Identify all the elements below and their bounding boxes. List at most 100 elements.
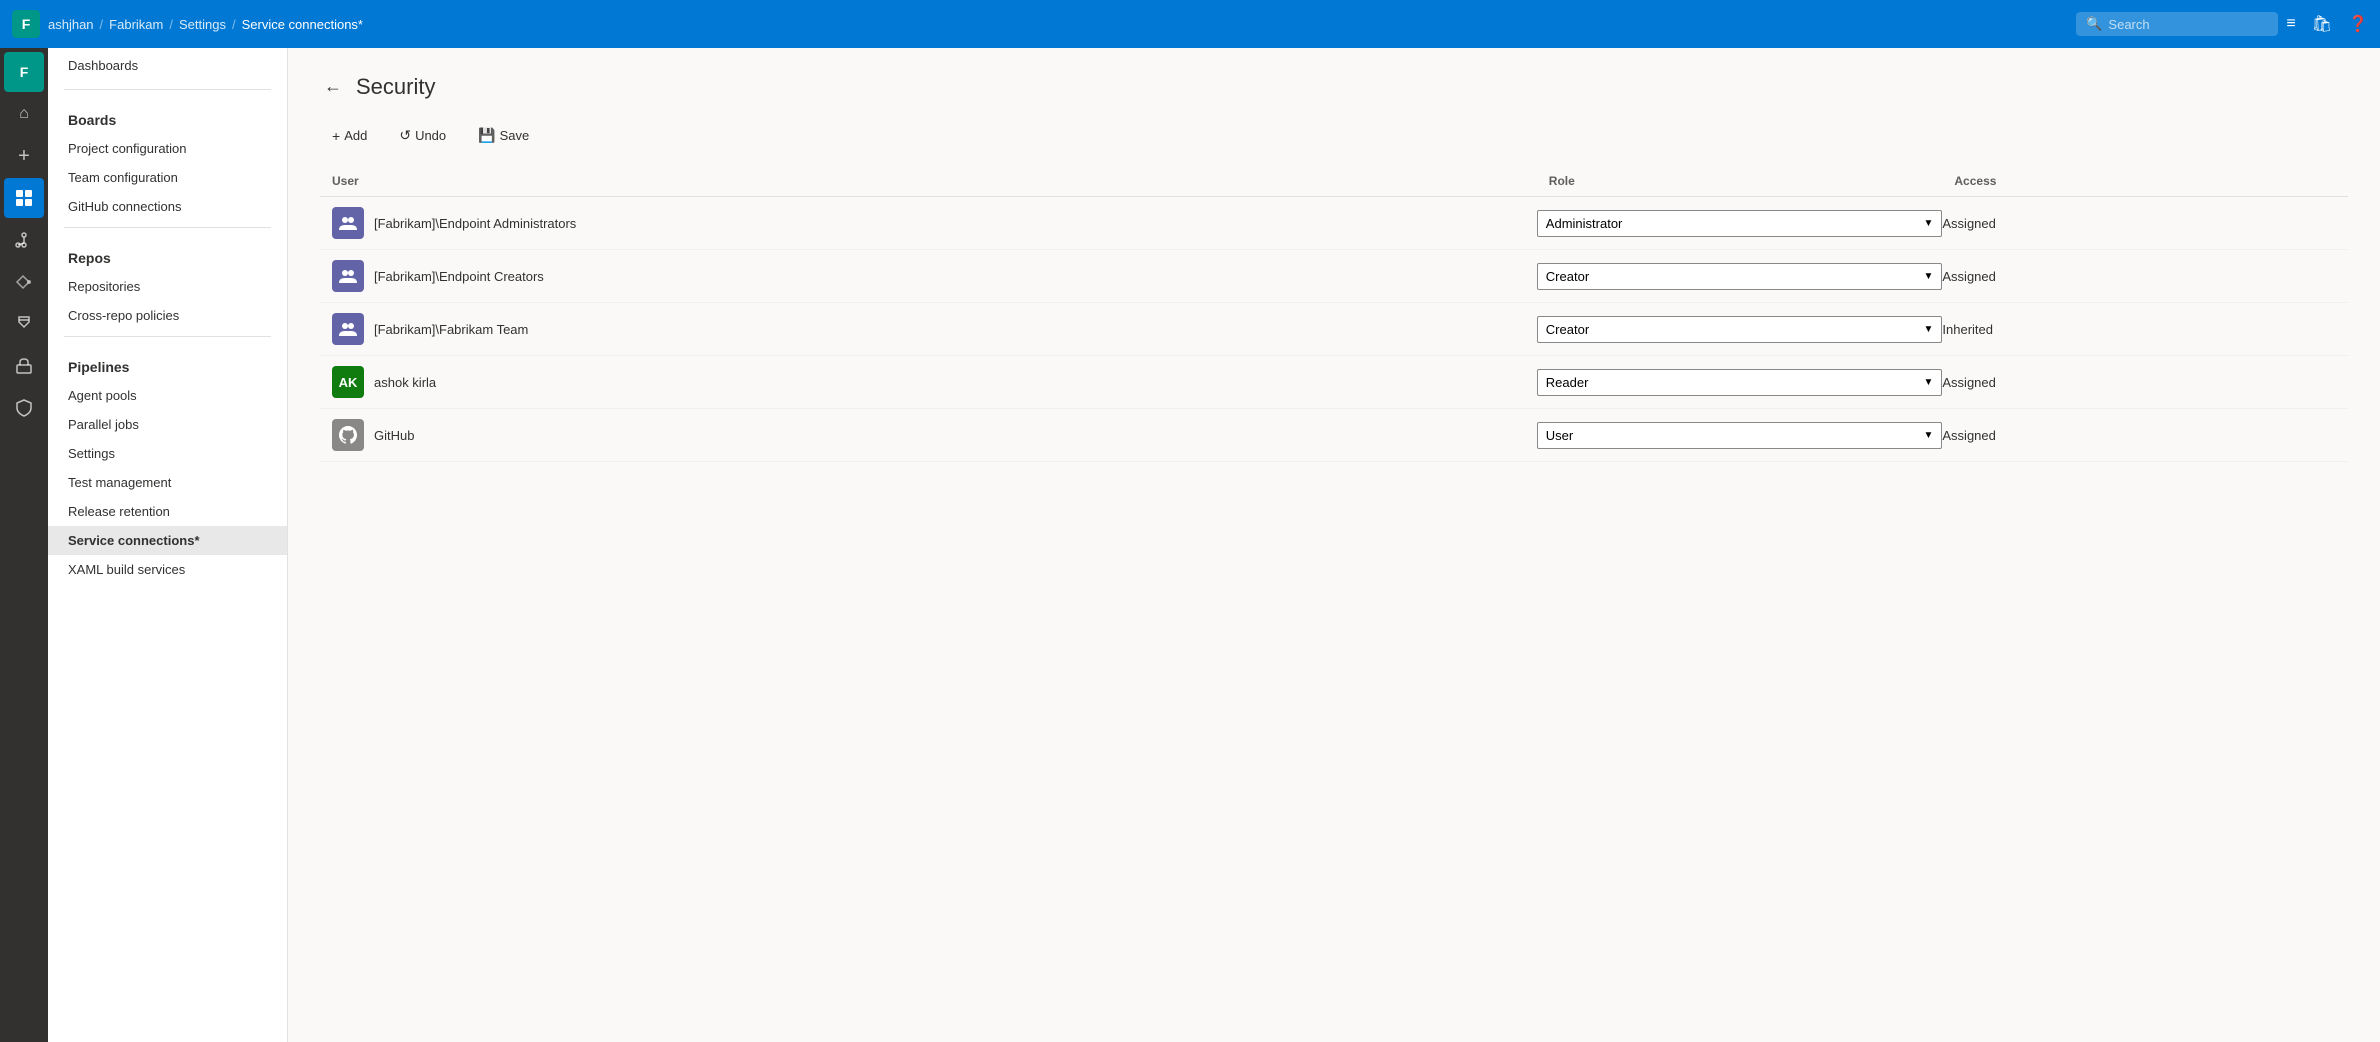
security-panel: ← Security + Add ↺ Undo 💾 Save [288,48,2380,486]
rail-pipelines[interactable] [4,262,44,302]
user-name: GitHub [374,428,414,443]
rail-home[interactable]: ⌂ [4,94,44,134]
rail-artifacts[interactable] [4,346,44,386]
role-cell[interactable]: Reader ▼ [1537,356,1943,409]
breadcrumb-sep2: / [169,17,173,32]
user-row-inner: GitHub [320,409,1537,461]
rail-testplans[interactable] [4,304,44,344]
access-cell: Assigned [1942,250,2348,303]
role-select[interactable]: User▼ [1537,422,1943,449]
sidebar-item-cross-repo-policies[interactable]: Cross-repo policies [48,301,287,330]
sidebar-item-test-management[interactable]: Test management [48,468,287,497]
user-avatar [332,313,364,345]
role-select[interactable]: Administrator▼ [1537,210,1943,237]
user-row-inner: [Fabrikam]\Endpoint Creators [320,250,1537,302]
topbar-icons: ≡ 🛍 ❓ [2286,14,2368,34]
sidebar-divider-2 [64,227,271,228]
sidebar-item-team-configuration[interactable]: Team configuration [48,163,287,192]
rail-repos[interactable] [4,220,44,260]
back-button[interactable]: ← [320,72,346,101]
rail-create[interactable]: + [4,136,44,176]
table-row: GitHubUser▼Assigned [320,409,2348,462]
role-cell[interactable]: Administrator▼ [1537,197,1943,250]
user-cell: [Fabrikam]\Endpoint Administrators [320,197,1537,250]
chevron-down-icon: ▼ [1923,377,1933,388]
sidebar-item-xaml-build-services[interactable]: XAML build services [48,555,287,584]
sidebar-divider-3 [64,336,271,337]
sidebar-item-service-connections[interactable]: Service connections* [48,526,287,555]
search-box[interactable]: 🔍 [2076,12,2278,36]
user-avatar: AK [332,366,364,398]
breadcrumb-settings[interactable]: Settings [179,17,226,32]
breadcrumb-sep3: / [232,17,236,32]
sidebar-header-repos: Repos [48,234,287,272]
rail-org[interactable]: F [4,52,44,92]
user-name: [Fabrikam]\Fabrikam Team [374,322,528,337]
sidebar-item-dashboards[interactable]: Dashboards [48,48,287,83]
breadcrumb-org[interactable]: ashjhan [48,17,94,32]
chevron-down-icon: ▼ [1923,324,1933,335]
user-row-inner: AK ashok kirla [320,356,1537,408]
user-cell: GitHub [320,409,1537,462]
user-cell: [Fabrikam]\Endpoint Creators [320,250,1537,303]
user-name: [Fabrikam]\Endpoint Administrators [374,216,576,231]
role-select[interactable]: Reader ▼ [1537,369,1943,396]
sidebar-item-release-retention[interactable]: Release retention [48,497,287,526]
chevron-down-icon: ▼ [1923,430,1933,441]
user-avatar [332,419,364,451]
rail-security[interactable] [4,388,44,428]
breadcrumb-current[interactable]: Service connections* [242,17,363,32]
badge-icon[interactable]: 🛍 [2312,14,2332,34]
sidebar-item-project-configuration[interactable]: Project configuration [48,134,287,163]
user-cell: [Fabrikam]\Fabrikam Team [320,303,1537,356]
help-icon[interactable]: ❓ [2348,14,2368,34]
rail-boards[interactable] [4,178,44,218]
table-row: AK ashok kirla Reader ▼ Assigned [320,356,2348,409]
table-header-row: User Role Access [320,166,2348,197]
undo-label: Undo [415,128,446,143]
add-icon: + [332,128,340,144]
security-table: User Role Access [Fabrikam]\Endpoint Adm… [320,166,2348,462]
table-row: [Fabrikam]\Endpoint CreatorsCreator▼Assi… [320,250,2348,303]
page-title: Security [356,74,435,100]
breadcrumb-sep1: / [100,17,104,32]
sidebar-divider-1 [64,89,271,90]
sidebar-item-parallel-jobs[interactable]: Parallel jobs [48,410,287,439]
add-button[interactable]: + Add [320,122,379,150]
save-label: Save [500,128,530,143]
topbar: F ashjhan / Fabrikam / Settings / Servic… [0,0,2380,48]
role-cell[interactable]: Creator▼ [1537,303,1943,356]
col-header-user: User [320,166,1537,197]
sidebar-item-repositories[interactable]: Repositories [48,272,287,301]
role-cell[interactable]: User▼ [1537,409,1943,462]
list-icon[interactable]: ≡ [2286,15,2295,33]
role-cell[interactable]: Creator▼ [1537,250,1943,303]
breadcrumb-project[interactable]: Fabrikam [109,17,163,32]
org-logo-letter: F [22,16,31,32]
access-cell: Assigned [1942,356,2348,409]
col-header-access: Access [1942,166,2348,197]
sidebar: Dashboards Boards Project configuration … [48,48,288,1042]
role-select[interactable]: Creator▼ [1537,316,1943,343]
security-header: ← Security [320,72,2348,101]
undo-button[interactable]: ↺ Undo [387,121,458,150]
sidebar-item-github-connections[interactable]: GitHub connections [48,192,287,221]
user-avatar [332,260,364,292]
role-value: Reader [1546,375,1589,390]
access-cell: Inherited [1942,303,2348,356]
role-value: Creator [1546,269,1589,284]
save-button[interactable]: 💾 Save [466,121,541,150]
toolbar: + Add ↺ Undo 💾 Save [320,121,2348,150]
user-name: ashok kirla [374,375,436,390]
sidebar-item-agent-pools[interactable]: Agent pools [48,381,287,410]
user-avatar [332,207,364,239]
sidebar-item-settings[interactable]: Settings [48,439,287,468]
main-layout: F ⌂ + Dashboards Boards Project configur… [0,48,2380,1042]
search-input[interactable] [2108,17,2268,32]
chevron-down-icon: ▼ [1923,218,1933,229]
org-logo[interactable]: F [12,10,40,38]
col-header-role: Role [1537,166,1943,197]
icon-rail: F ⌂ + [0,48,48,1042]
user-cell: AK ashok kirla [320,356,1537,409]
role-select[interactable]: Creator▼ [1537,263,1943,290]
